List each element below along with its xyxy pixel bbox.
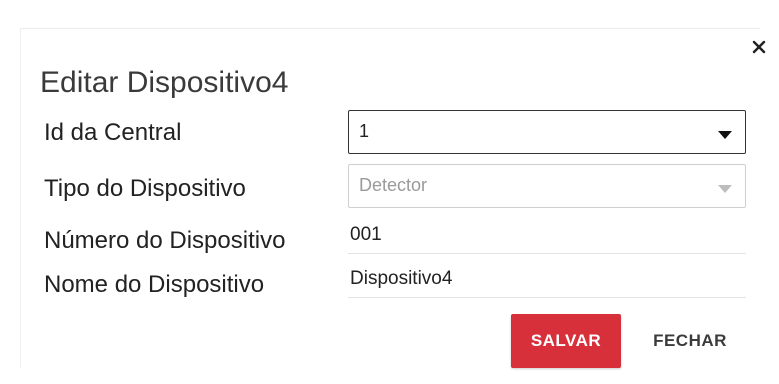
dialog-top-border [20,28,760,29]
central-id-value: 1 [359,121,370,141]
dialog-left-border [20,28,21,368]
close-icon[interactable] [748,36,770,58]
device-number-value: 001 [350,224,382,245]
device-number-label: Número do Dispositivo [44,227,286,254]
dialog-title: Editar Dispositivo4 [40,66,289,99]
edit-device-dialog: Editar Dispositivo4 Id da Central 1 Tipo… [0,0,779,384]
device-name-label: Nome do Dispositivo [44,271,265,298]
device-type-label: Tipo do Dispositivo [44,175,246,202]
chevron-down-icon [717,127,733,145]
close-button[interactable]: FECHAR [636,314,744,368]
device-number-field[interactable]: 001 [348,222,746,254]
device-type-value: Detector [359,175,428,195]
central-id-label: Id da Central [44,119,182,146]
device-type-select: Detector [348,164,746,208]
device-name-value: Dispositivo4 [350,268,453,289]
save-button[interactable]: SALVAR [511,314,621,368]
device-name-field[interactable]: Dispositivo4 [348,266,746,298]
chevron-down-icon [717,181,733,199]
central-id-select[interactable]: 1 [348,110,746,154]
